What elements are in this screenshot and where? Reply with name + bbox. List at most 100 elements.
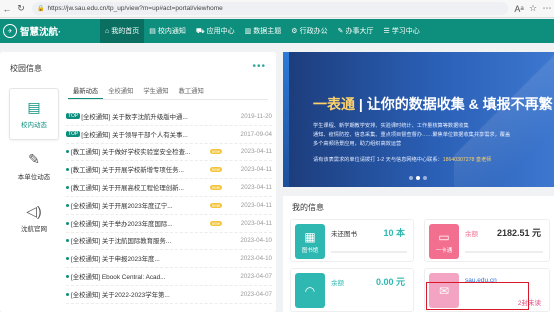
news-date: 2023-04-11 — [240, 219, 272, 227]
news-tabs: 最新动态 全校通知 学生通知 教工通知 — [68, 84, 268, 100]
more-icon[interactable]: ••• — [252, 61, 266, 72]
news-title[interactable]: [全校通知] 关于开展2023年度辽宁... — [71, 201, 209, 210]
news-row[interactable]: [全校通知] 关于沈航国际教育服务... 2023-04-10 — [66, 233, 272, 251]
news-row[interactable]: [教工通知] 关于做好学校实验室安全检查... new 2023-04-11 — [66, 144, 272, 162]
card-value: 2182.51 元 — [496, 228, 541, 238]
banner-title-rest: | 让你的数据收集 & 填报不再繁 — [358, 96, 553, 112]
tab-school[interactable]: 全校通知 — [103, 84, 138, 99]
news-row[interactable]: [全校通知] Ebook Central: Acad... 2023-04-07 — [66, 268, 272, 286]
card-bar — [465, 251, 543, 253]
reader-icon[interactable]: Aᵃ — [512, 4, 526, 14]
card-icon-label: 一卡通 — [435, 247, 453, 254]
news-title[interactable]: [全校通知] 关于2022-2023学年第... — [71, 290, 224, 299]
card-onecard[interactable]: ▭ 一卡通 余额 2182.51 元 — [424, 219, 550, 262]
doc-icon: ▤ — [27, 99, 41, 115]
site-logo[interactable]: ✈ 智慧沈航· — [0, 24, 100, 38]
news-row[interactable]: [教工通知] 关于开展高校工程伦理创新... new 2023-04-11 — [66, 179, 272, 197]
new-badge: new — [209, 167, 222, 173]
banner-line: 学生课程、新学期教学安排、实验课时统计、工作量核算等数据收集 — [313, 123, 469, 129]
card-network[interactable]: ◠ 余额 0.00 元 — [290, 268, 414, 312]
study-icon: ☰ — [383, 28, 390, 35]
campus-side-menu: ▤ 校内动态 ✎ 本单位动态 ◁) 沈航官网 — [9, 88, 59, 244]
news-row[interactable]: TOP [全校通知] 关于领导干部个人有关事... 2017-09-04 — [66, 126, 272, 144]
news-title[interactable]: [教工通知] 关于开展高校工程伦理创新... — [71, 183, 209, 192]
favorite-icon[interactable]: ☆ — [526, 3, 540, 14]
home-icon: ⌂ — [105, 27, 110, 35]
contact-phone: 18640307278 — [442, 157, 475, 163]
nav-label: 行政办公 — [299, 28, 328, 35]
nav-item-home[interactable]: ⌂ 我的首页 — [100, 19, 145, 43]
news-date: 2023-04-11 — [240, 166, 272, 174]
news-title[interactable]: [全校通知] Ebook Central: Acad... — [71, 272, 224, 281]
url-text: https://jw.sau.edu.cn/tp_up/view?m=up#ac… — [47, 5, 223, 12]
news-date: 2023-04-07 — [240, 273, 272, 281]
news-row[interactable]: [全校通知] 关于2022-2023学年第... 2023-04-07 — [66, 286, 272, 304]
news-title[interactable]: [全校通知] 关于申报2023年度... — [71, 254, 224, 263]
news-date: 2023-04-07 — [240, 290, 272, 298]
news-title[interactable]: [全校通知] 关于举办2023年度国际... — [71, 219, 209, 228]
nav-item-office[interactable]: ⚙ 行政办公 — [286, 19, 332, 43]
reload-icon[interactable]: ↻ — [14, 3, 28, 14]
news-title[interactable]: [教工通知] 关于做好学校实验室安全检查... — [71, 147, 209, 156]
card-icon-label: 图书馆 — [301, 247, 319, 254]
back-arrow-icon[interactable]: ← — [0, 4, 14, 14]
card-value: 10 本 — [383, 228, 405, 238]
notice-icon: ▤ — [149, 28, 156, 35]
news-title[interactable]: [教工通知] 关于开展学校新增专项任务... — [71, 165, 209, 174]
library-icon: ▦ 图书馆 — [295, 224, 325, 259]
nav-label: 办事大厅 — [345, 28, 374, 35]
nav-label: 我的首页 — [111, 28, 140, 35]
news-date: 2023-04-11 — [240, 148, 272, 156]
news-title[interactable]: [全校通知] 关于沈航国际教育服务... — [71, 236, 224, 245]
chart-icon: ▥ — [244, 28, 252, 35]
nav-item-hall[interactable]: ✎ 办事大厅 — [333, 19, 379, 43]
address-bar[interactable]: 🔒 https://jw.sau.edu.cn/tp_up/view?m=up#… — [32, 2, 508, 15]
campus-info-panel: 校园信息 ••• ▤ 校内动态 ✎ 本单位动态 ◁) 沈航官网 最新动态 全校通知 学… — [0, 52, 276, 312]
highlight-box — [426, 282, 529, 310]
banner-title-highlight: 一表通 — [313, 96, 355, 112]
side-item-official-site[interactable]: ◁) 沈航官网 — [9, 192, 59, 244]
nav-item-notice[interactable]: ▤ 校内通知 — [144, 19, 191, 43]
carousel-dot[interactable] — [423, 176, 427, 180]
news-row[interactable]: TOP [全校通知] 关于数字沈航升级版中通... 2019-11-20 — [66, 108, 272, 126]
carousel-dots — [409, 176, 430, 180]
tab-latest[interactable]: 最新动态 — [68, 84, 104, 99]
bullet-icon — [66, 186, 69, 190]
card-library[interactable]: ▦ 图书馆 未还图书 10 本 — [290, 219, 414, 262]
news-date: 2023-04-10 — [240, 255, 272, 263]
new-badge: new — [209, 202, 222, 208]
news-row[interactable]: [全校通知] 关于开展2023年度辽宁... new 2023-04-11 — [66, 197, 272, 215]
bullet-icon — [66, 150, 69, 154]
panel-title: 校园信息 — [10, 64, 42, 73]
nav-item-apps[interactable]: ⛟ 应用中心 — [191, 19, 240, 43]
nav-label: 应用中心 — [206, 28, 235, 35]
news-date: 2023-04-10 — [240, 237, 272, 245]
card-bar — [331, 251, 407, 253]
speaker-icon: ◁) — [26, 203, 42, 219]
news-title[interactable]: [全校通知] 关于数字沈航升级版中通... — [81, 112, 224, 121]
wifi-icon: ◠ — [295, 273, 325, 308]
logo-text: 智慧沈航· — [20, 27, 62, 38]
news-row[interactable]: [教工通知] 关于开展学校新增专项任务... new 2023-04-11 — [66, 161, 272, 180]
menu-icon[interactable]: ⋯ — [540, 3, 554, 14]
nav-item-data[interactable]: ▥ 数据主题 — [240, 19, 287, 43]
promo-banner[interactable]: 一表通 | 让你的数据收集 & 填报不再繁 学生课程、新学期教学安排、实验课时统… — [283, 52, 554, 187]
nav-label: 数据主题 — [253, 28, 282, 35]
nav-item-study[interactable]: ☰ 学习中心 — [378, 19, 424, 43]
logo-seal-icon: ✈ — [3, 24, 17, 38]
news-row[interactable]: [全校通知] 关于举办2023年度国际... new 2023-04-11 — [66, 215, 272, 233]
news-row[interactable]: [全校通知] 关于申报2023年度... 2023-04-10 — [66, 250, 272, 269]
tab-staff[interactable]: 教工通知 — [174, 84, 209, 99]
new-badge: new — [209, 185, 222, 191]
banner-title: 一表通 | 让你的数据收集 & 填报不再繁 — [313, 94, 553, 114]
carousel-dot-active[interactable] — [416, 176, 420, 180]
tab-student[interactable]: 学生通知 — [138, 84, 173, 99]
side-item-unit-news[interactable]: ✎ 本单位动态 — [9, 140, 59, 192]
side-item-campus-news[interactable]: ▤ 校内动态 — [9, 88, 59, 140]
carousel-dot[interactable] — [409, 176, 413, 180]
news-title[interactable]: [全校通知] 关于领导干部个人有关事... — [81, 130, 224, 139]
bullet-icon — [66, 257, 69, 261]
cart-icon: ⛟ — [195, 27, 205, 35]
news-date: 2017-09-04 — [240, 130, 272, 138]
lock-icon: 🔒 — [37, 6, 45, 12]
